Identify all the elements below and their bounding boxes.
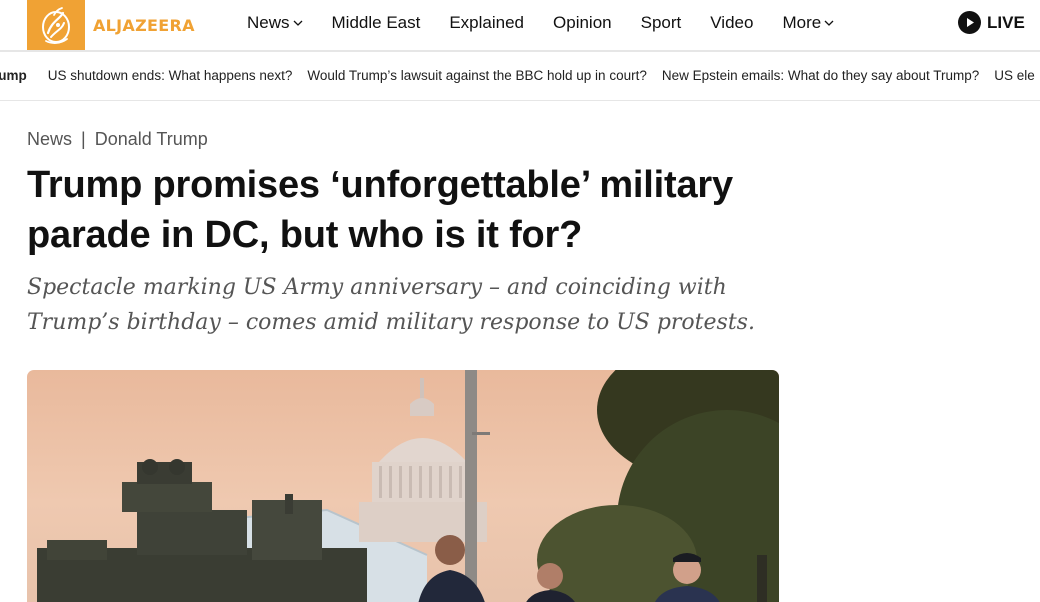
trending-bar: rump US shutdown ends: What happens next… <box>0 53 1040 101</box>
nav-opinion-label: Opinion <box>553 13 612 32</box>
breadcrumb: News | Donald Trump <box>27 129 208 150</box>
breadcrumb-separator: | <box>81 129 86 149</box>
nav-video-label: Video <box>710 13 754 32</box>
nav-news[interactable]: News <box>247 13 303 33</box>
article-hero-image <box>27 370 779 602</box>
trending-link[interactable]: US shutdown ends: What happens next? <box>48 68 293 83</box>
nav-middle-east[interactable]: Middle East <box>332 13 421 33</box>
main-nav: News Middle East Explained Opinion Sport… <box>247 0 863 46</box>
chevron-down-icon <box>293 20 303 26</box>
aljazeera-calligraphy-icon <box>27 0 85 50</box>
nav-middle-east-label: Middle East <box>331 13 421 32</box>
nav-video[interactable]: Video <box>710 13 753 33</box>
trending-link[interactable]: New Epstein emails: What do they say abo… <box>662 68 979 83</box>
nav-explained[interactable]: Explained <box>449 13 524 33</box>
article-headline: Trump promises ‘unforgettable’ military … <box>27 164 733 256</box>
nav-news-label: News <box>247 13 290 32</box>
nav-explained-label: Explained <box>449 13 525 32</box>
aljazeera-logo[interactable]: ALJAZEERA <box>27 0 195 50</box>
nav-sport[interactable]: Sport <box>641 13 682 33</box>
play-icon <box>958 11 981 34</box>
breadcrumb-donald-trump[interactable]: Donald Trump <box>95 129 208 150</box>
live-label: LIVE <box>987 12 1025 32</box>
live-button[interactable]: LIVE <box>958 11 1025 34</box>
nav-sport-label: Sport <box>640 13 682 32</box>
trending-link[interactable]: Would Trump’s lawsuit against the BBC ho… <box>307 68 646 83</box>
breadcrumb-news[interactable]: News <box>27 129 72 150</box>
trending-topic-label[interactable]: rump <box>0 68 27 83</box>
nav-more-label: More <box>782 13 822 32</box>
site-header: ALJAZEERA News Middle East Explained Opi… <box>0 0 1040 52</box>
trending-link[interactable]: US ele <box>994 68 1035 83</box>
chevron-down-icon <box>824 20 834 26</box>
nav-opinion[interactable]: Opinion <box>553 13 612 33</box>
logo-wordmark: ALJAZEERA <box>93 15 195 35</box>
nav-more[interactable]: More <box>782 13 834 33</box>
article-subheadline: Spectacle marking US Army anniversary – … <box>27 275 755 335</box>
